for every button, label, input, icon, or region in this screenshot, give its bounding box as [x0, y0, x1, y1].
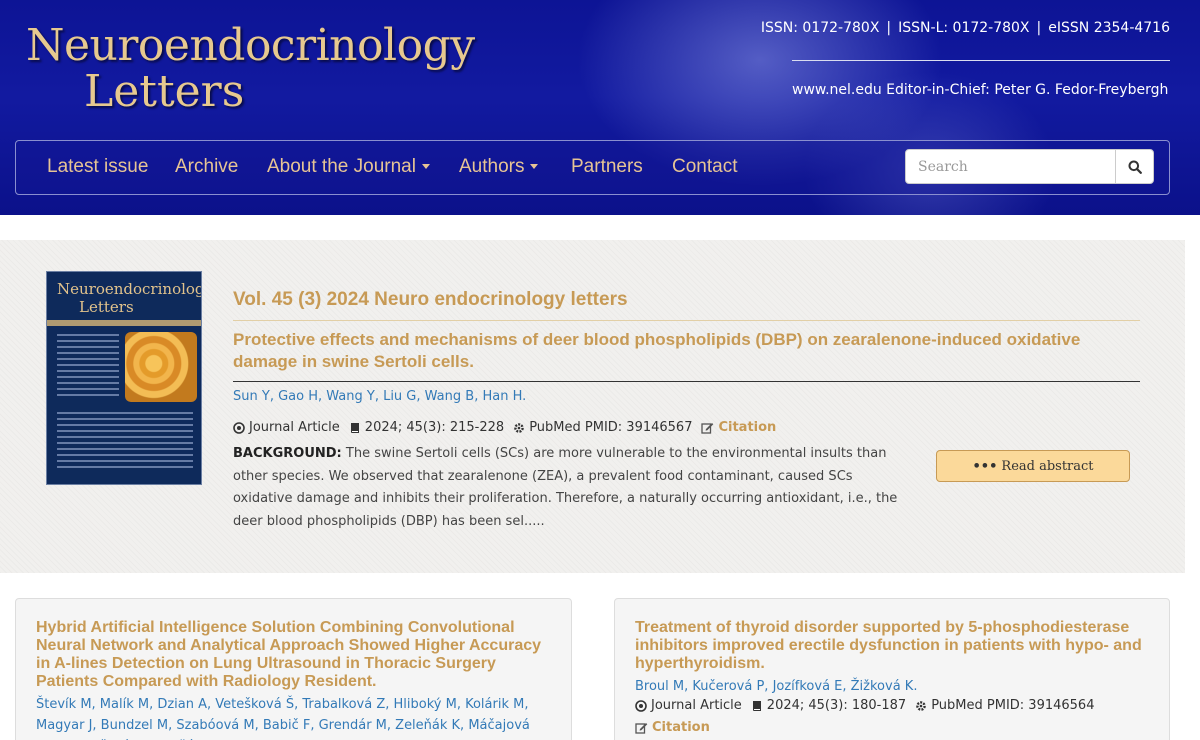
search-input[interactable]: [905, 149, 1116, 184]
nav-label: About the Journal: [267, 156, 416, 177]
article-authors[interactable]: Števík M, Malík M, Dzian A, Vetešková Š,…: [36, 694, 541, 740]
nav-label: Contact: [672, 156, 738, 177]
nav-latest-issue[interactable]: Latest issue: [47, 156, 148, 178]
article-authors[interactable]: Broul M, Kučerová P, Jozífková E, Žižkov…: [635, 676, 1150, 697]
author-link[interactable]: Liu G: [383, 389, 416, 404]
nav-partners[interactable]: Partners: [571, 156, 643, 178]
cover-artwork: [125, 332, 197, 402]
citation-link[interactable]: Citation: [701, 420, 776, 435]
featured-meta: Journal Article 2024; 45(3): 215-228 Pub…: [233, 420, 785, 435]
issue-label: 2024; 45(3): 215-228: [364, 420, 505, 435]
read-abstract-label: Read abstract: [1001, 458, 1094, 474]
issue-label: 2024; 45(3): 180-187: [766, 698, 907, 713]
cover-title-line-2: Letters: [79, 298, 134, 316]
edit-icon: [701, 422, 714, 434]
author-link[interactable]: Sun Y: [233, 389, 270, 404]
article-title[interactable]: Hybrid Artificial Intelligence Solution …: [36, 619, 556, 691]
edit-icon: [635, 722, 648, 734]
search-button[interactable]: [1115, 149, 1154, 184]
search-form: [905, 149, 1155, 184]
book-icon: [752, 700, 761, 711]
author-link[interactable]: Wang Y: [326, 389, 375, 404]
separator: |: [1036, 20, 1042, 36]
caret-down-icon: [530, 164, 539, 170]
separator: |: [886, 20, 892, 36]
pubmed-label: PubMed PMID: 39146567: [529, 420, 693, 435]
journal-logo[interactable]: Neuroendocrinology Letters: [26, 22, 496, 114]
dot-circle-icon: [233, 421, 245, 434]
divider: [233, 320, 1140, 321]
book-icon: [350, 422, 359, 433]
article-title[interactable]: Treatment of thyroid disorder supported …: [635, 619, 1150, 673]
abstract-snippet: BACKGROUND: The swine Sertoli cells (SCs…: [233, 443, 913, 533]
caret-down-icon: [421, 164, 430, 170]
author-link[interactable]: Han H.: [482, 389, 526, 404]
nav-label: Latest issue: [47, 156, 149, 177]
website-editor-line: www.nel.edu Editor-in-Chief: Peter G. Fe…: [792, 82, 1169, 98]
author-link[interactable]: Wang B: [425, 389, 475, 404]
nav-archive[interactable]: Archive: [175, 156, 238, 178]
nav-about-journal-dropdown[interactable]: About the Journal: [267, 156, 430, 178]
article-meta: Journal Article 2024; 45(3): 180-187 Pub…: [635, 698, 1103, 713]
article-issue: 2024; 45(3): 215-228: [349, 420, 504, 435]
pubmed-label: PubMed PMID: 39146564: [931, 698, 1095, 713]
issn-info: ISSN: 0172-780X | ISSN-L: 0172-780X | eISSN …: [761, 20, 1170, 36]
article-card: Hybrid Artificial Intelligence Solution …: [15, 598, 572, 740]
article-type: Journal Article: [635, 698, 742, 713]
article-type-label: Journal Article: [249, 420, 340, 435]
cover-text-lines: [57, 334, 119, 400]
ellipsis-icon: •••: [972, 458, 998, 474]
dot-circle-icon: [635, 699, 647, 712]
gear-icon: [514, 422, 524, 433]
nav-authors-dropdown[interactable]: Authors: [459, 156, 539, 178]
citation-label: Citation: [718, 420, 777, 435]
eissn: eISSN 2354-4716: [1048, 20, 1170, 36]
citation-label: Citation: [652, 720, 710, 735]
author-link[interactable]: Gao H: [278, 389, 318, 404]
article-type-label: Journal Article: [651, 698, 742, 713]
gear-icon: [916, 700, 926, 711]
search-icon: [1128, 160, 1142, 174]
journal-cover-image[interactable]: Neuroendocrinology Letters: [46, 271, 202, 485]
featured-authors: Sun Y, Gao H, Wang Y, Liu G, Wang B, Han…: [233, 389, 527, 404]
nav-label: Archive: [175, 156, 239, 177]
article-card: Treatment of thyroid disorder supported …: [614, 598, 1170, 740]
divider: [233, 381, 1140, 382]
article-pubmed: PubMed PMID: 39146567: [513, 420, 692, 435]
article-type: Journal Article: [233, 420, 340, 435]
nav-contact[interactable]: Contact: [672, 156, 737, 178]
article-pubmed: PubMed PMID: 39146564: [915, 698, 1094, 713]
site-header: Neuroendocrinology Letters ISSN: 0172-78…: [0, 0, 1200, 215]
logo-line-1: Neuroendocrinology: [26, 20, 475, 71]
header-divider: [792, 60, 1170, 61]
nav-label: Partners: [571, 156, 643, 177]
article-issue: 2024; 45(3): 180-187: [751, 698, 906, 713]
issn-l: ISSN-L: 0172-780X: [898, 20, 1030, 36]
featured-article-title[interactable]: Protective effects and mechanisms of dee…: [233, 329, 1133, 373]
main-navigation: Latest issue Archive About the Journal A…: [15, 140, 1170, 195]
abstract-label: BACKGROUND:: [233, 446, 342, 461]
logo-line-2: Letters: [84, 66, 245, 117]
citation-link[interactable]: Citation: [635, 720, 710, 735]
read-abstract-button[interactable]: ••• Read abstract: [936, 450, 1130, 482]
nav-label: Authors: [459, 156, 525, 177]
cover-band: [47, 320, 201, 326]
issn: ISSN: 0172-780X: [760, 20, 880, 36]
cover-title-line-1: Neuroendocrinology: [57, 280, 202, 298]
issue-volume-heading[interactable]: Vol. 45 (3) 2024 Neuro endocrinology let…: [233, 289, 628, 311]
cover-text-lines: [57, 412, 193, 472]
